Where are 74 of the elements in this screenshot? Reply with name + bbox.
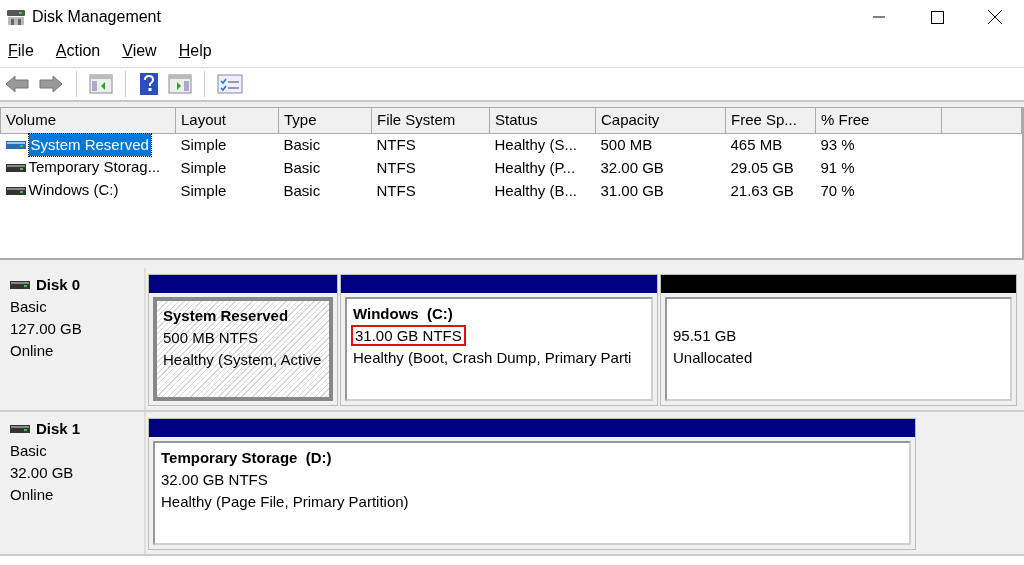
table-cell: 93 %	[820, 135, 855, 153]
back-icon[interactable]	[4, 73, 30, 95]
column-header[interactable]: Free Sp...	[725, 108, 816, 133]
partition-size: 32.00 GB NTFS	[161, 471, 268, 488]
table-cell: Healthy (B...	[494, 181, 578, 199]
window-title: Disk Management	[32, 7, 161, 27]
partition-size: 31.00 GB NTFS	[353, 327, 464, 344]
column-header[interactable]: % Free	[815, 108, 942, 133]
checklist-icon[interactable]	[217, 73, 243, 95]
partition-block[interactable]: Temporary Storage (D:) 32.00 GB NTFS Healthy (Page File, Primary Partition)	[148, 418, 916, 550]
maximize-icon	[930, 10, 944, 24]
partition-size: 500 MB NTFS	[163, 329, 259, 346]
forward-icon[interactable]	[38, 73, 64, 95]
table-cell: 32.00 GB	[600, 158, 664, 176]
table-cell: Simple	[180, 135, 227, 153]
table-cell: Simple	[180, 158, 227, 176]
disk-name: Disk 1	[36, 419, 81, 439]
drive-icon	[10, 280, 30, 290]
table-cell: 500 MB	[600, 135, 653, 153]
menu-item[interactable]: Help	[170, 38, 220, 63]
drive-icon	[5, 185, 26, 196]
disk-type: Basic	[10, 441, 48, 461]
partition-status: Healthy (Boot, Crash Dump, Primary Parti	[353, 348, 633, 368]
column-header[interactable]: Layout	[175, 108, 279, 133]
partition-title: System Reserved	[163, 306, 290, 326]
help-icon[interactable]	[138, 73, 160, 95]
table-cell: NTFS	[376, 158, 416, 176]
table-cell: Basic	[283, 135, 321, 153]
partition-status: Healthy (Page File, Primary Partition)	[161, 492, 410, 512]
table-cell: Basic	[283, 158, 321, 176]
drive-icon	[5, 139, 26, 150]
disk-type: Basic	[10, 297, 48, 317]
partition-block[interactable]: System Reserved 500 MB NTFS Healthy (System, Active	[148, 274, 338, 406]
partition-size: 95.51 GB	[673, 327, 737, 344]
column-header[interactable]: Status	[489, 108, 596, 133]
volume-name[interactable]: Temporary Storag...	[28, 156, 161, 179]
menu-item[interactable]: View	[114, 38, 165, 63]
partition-status: Unallocated	[673, 348, 754, 368]
close-icon	[988, 10, 1002, 24]
disk-state: Online	[10, 341, 55, 361]
pane-icon[interactable]	[168, 73, 192, 95]
partition-title: Temporary Storage (D:)	[161, 448, 333, 468]
table-cell: NTFS	[376, 181, 416, 199]
table-cell: 91 %	[820, 158, 855, 176]
disk-icon	[6, 7, 26, 27]
pane-icon[interactable]	[89, 73, 113, 95]
table-cell: Basic	[283, 181, 321, 199]
partition-status: Healthy (System, Active	[163, 350, 323, 370]
column-header[interactable]: Type	[278, 108, 372, 133]
column-header[interactable]: Volume	[0, 108, 176, 133]
table-cell: 70 %	[820, 181, 855, 199]
table-cell: Healthy (S...	[494, 135, 578, 153]
disk-state: Online	[10, 485, 55, 505]
partition-block[interactable]: Windows (C:) 31.00 GB NTFS Healthy (Boot, Crash Dump, Primary Parti	[340, 274, 658, 406]
table-cell: 31.00 GB	[600, 181, 664, 199]
drive-icon	[5, 162, 26, 173]
volume-name[interactable]: System Reserved	[28, 133, 151, 156]
menu-item[interactable]: Action	[47, 38, 109, 63]
menu-item[interactable]: File	[0, 38, 42, 63]
table-cell: NTFS	[376, 135, 416, 153]
disk-size: 32.00 GB	[10, 463, 75, 483]
table-cell: 21.63 GB	[730, 181, 794, 199]
column-header[interactable]: Capacity	[595, 108, 726, 133]
volume-name[interactable]: Windows (C:)	[28, 179, 119, 202]
disk-name: Disk 0	[36, 275, 81, 295]
disk-size: 127.00 GB	[10, 319, 83, 339]
table-cell: Simple	[180, 181, 227, 199]
drive-icon	[10, 424, 30, 434]
table-cell: 465 MB	[730, 135, 783, 153]
column-header[interactable]: File System	[371, 108, 490, 133]
table-cell: 29.05 GB	[730, 158, 794, 176]
partition-block[interactable]: 95.51 GB Unallocated	[660, 274, 1017, 406]
table-cell: Healthy (P...	[494, 158, 576, 176]
partition-title: Windows (C:)	[353, 304, 454, 324]
